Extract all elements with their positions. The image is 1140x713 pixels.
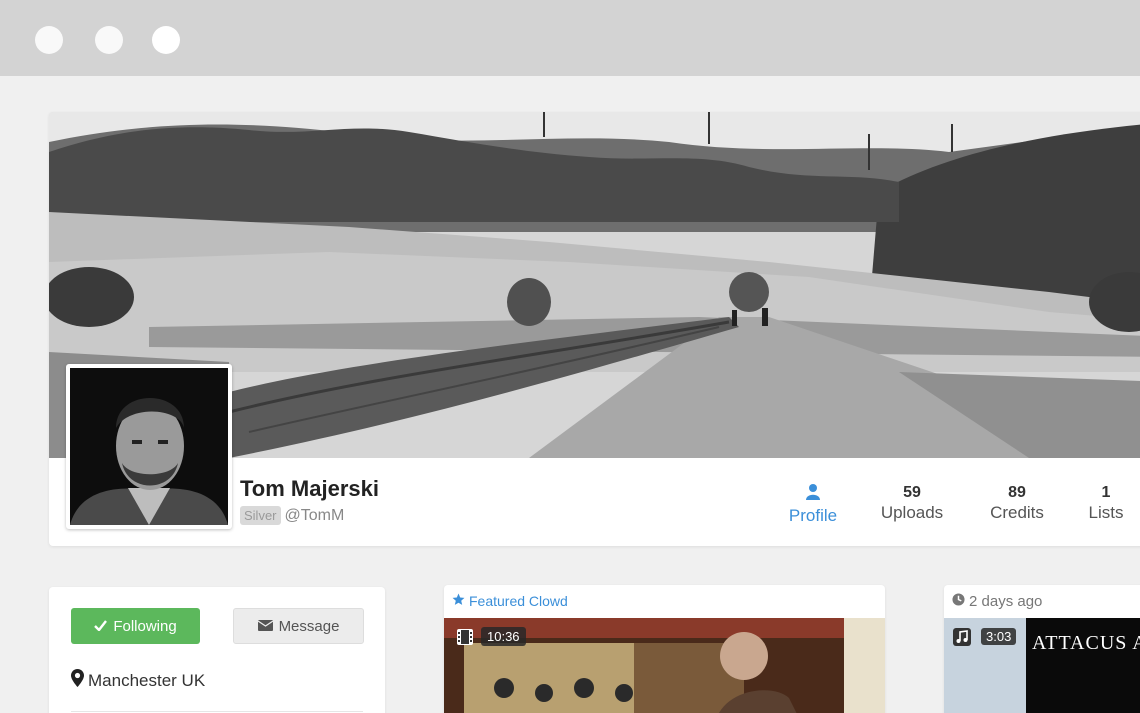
star-icon — [452, 593, 465, 609]
stat-lists[interactable]: 1 Lists — [1083, 484, 1129, 524]
message-button[interactable]: Message — [233, 608, 364, 644]
featured-clowd-card[interactable]: Featured Clowd 10:36 — [444, 585, 885, 713]
minimize-dot[interactable] — [95, 26, 123, 54]
stat-profile[interactable]: Profile — [787, 484, 839, 527]
stat-uploads-value: 59 — [903, 484, 921, 501]
featured-video-thumbnail[interactable]: 10:36 — [444, 618, 885, 713]
film-icon — [456, 628, 474, 646]
location-text: Manchester UK — [88, 670, 206, 690]
recent-upload-card[interactable]: 2 days ago 3:03 ATTACUS A — [944, 585, 1140, 713]
profile-sidebar: Following Message Manchester UK — [49, 587, 385, 713]
recent-header: 2 days ago — [952, 593, 1042, 610]
following-button[interactable]: Following — [71, 608, 200, 644]
following-label: Following — [113, 617, 177, 635]
check-icon — [94, 618, 108, 635]
location: Manchester UK — [71, 669, 205, 692]
featured-duration: 10:36 — [481, 627, 526, 646]
music-icon — [953, 628, 971, 646]
divider — [71, 711, 363, 712]
zoom-dot[interactable] — [152, 26, 180, 54]
recent-duration: 3:03 — [981, 628, 1017, 645]
recent-header-label: 2 days ago — [969, 593, 1043, 610]
tier-badge: Silver — [240, 506, 281, 525]
recent-artwork-title: ATTACUS A — [1032, 632, 1140, 654]
featured-header: Featured Clowd — [452, 593, 568, 609]
close-dot[interactable] — [35, 26, 63, 54]
stat-lists-label: Lists — [1088, 503, 1124, 522]
stat-uploads-label: Uploads — [880, 503, 944, 522]
stat-profile-label: Profile — [788, 506, 838, 525]
avatar[interactable] — [66, 364, 232, 529]
stat-credits[interactable]: 89 Credits — [985, 484, 1049, 524]
message-label: Message — [278, 617, 340, 635]
user-handle: @TomM — [284, 506, 345, 524]
featured-header-label: Featured Clowd — [469, 593, 568, 609]
map-marker-icon — [71, 669, 84, 692]
window-titlebar — [0, 0, 1140, 76]
user-icon — [787, 484, 839, 505]
stat-credits-label: Credits — [990, 503, 1044, 522]
clock-icon — [952, 593, 965, 610]
user-handle-row: Silver @TomM — [240, 506, 344, 525]
envelope-icon — [257, 618, 273, 635]
recent-audio-thumbnail[interactable]: 3:03 ATTACUS A — [944, 618, 1140, 713]
user-name: Tom Majerski — [240, 476, 379, 501]
stat-lists-value: 1 — [1101, 484, 1111, 501]
stat-uploads[interactable]: 59 Uploads — [877, 484, 947, 524]
stat-credits-value: 89 — [1008, 484, 1026, 501]
